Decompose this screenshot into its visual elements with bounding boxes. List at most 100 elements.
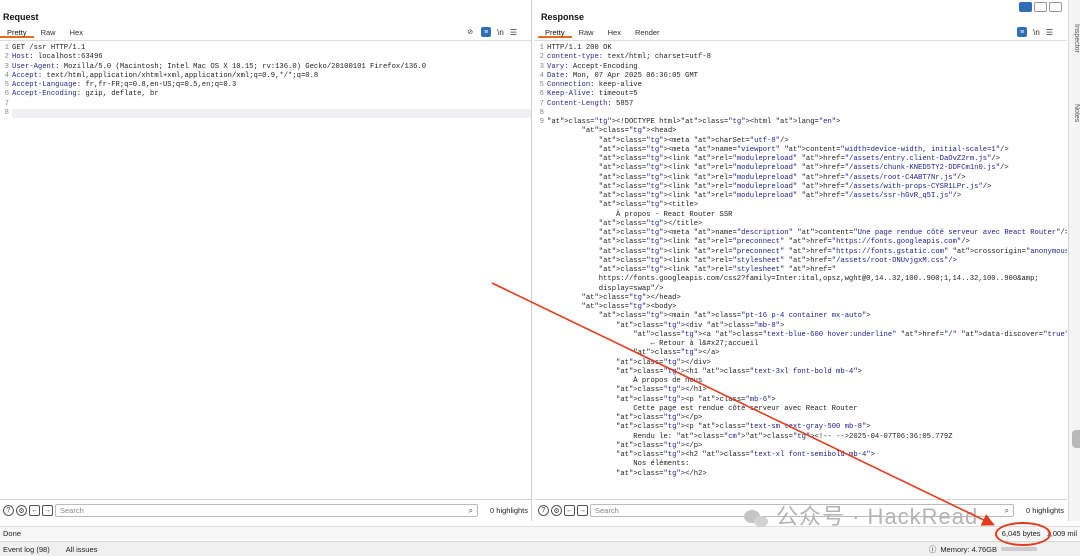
help-icon[interactable]: ?: [538, 505, 549, 516]
code-line: "at">class="tg"><div "at">class="mb-8">: [616, 321, 785, 330]
line-number: 3: [539, 62, 544, 71]
newline-toggle[interactable]: \n: [497, 28, 504, 37]
line-number: 2: [539, 53, 544, 62]
request-tab-raw[interactable]: Raw: [34, 27, 63, 38]
newline-toggle[interactable]: \n: [1033, 28, 1040, 37]
code-line: "at">class="tg"><link "at">rel="modulepr…: [598, 182, 992, 191]
code-line: Content-Length: 5857: [547, 100, 1067, 109]
layout-toggle-group: [1019, 2, 1062, 12]
wrap-lines-icon[interactable]: ≡: [481, 27, 492, 37]
header-value: : keep-alive: [590, 81, 642, 89]
request-pane: Request Pretty Raw Hex ⊘ ≡ \n ☰ 12345678 G…: [0, 0, 532, 521]
header-name: Connection: [547, 81, 591, 89]
all-issues-link[interactable]: All issues: [66, 545, 98, 554]
scroll-handle[interactable]: [1072, 430, 1080, 448]
request-tabs: Pretty Raw Hex: [0, 27, 90, 38]
header-name: Content-Length: [547, 99, 608, 108]
layout-split-horizontal-icon[interactable]: [1019, 2, 1032, 12]
header-value: : 5857: [607, 99, 634, 108]
code-line: "at">class="tg"></p>: [616, 414, 703, 422]
notes-tab[interactable]: Notes: [1073, 104, 1080, 122]
layout-split-vertical-icon[interactable]: [1034, 2, 1047, 12]
response-tab-raw[interactable]: Raw: [572, 27, 601, 38]
search-icon: ⌕: [468, 506, 474, 515]
code-line: À propos - React Router SSR: [547, 210, 733, 219]
code-line: "at">class="tg"></p>: [616, 441, 703, 450]
code-line: Rendu le: "at">class="cm">"at">class="tg…: [547, 432, 953, 441]
line-number: 9: [539, 118, 544, 126]
code-line: "at">class="tg"><link "at">rel="preconne…: [598, 247, 1067, 256]
header-name: Accept-Encoding: [12, 90, 77, 99]
header-value: : fr,fr-FR;q=0.8,en-US;q=0.5,en;q=0.3: [76, 81, 237, 89]
response-pane: Response Pretty Raw Hex Render ≡ \n ☰ 12345…: [535, 0, 1067, 521]
code-line: "at">class="tg"><main "at">class="pt-16 …: [598, 312, 871, 321]
response-tabs: Pretty Raw Hex Render: [538, 27, 667, 38]
help-icon[interactable]: ?: [3, 505, 14, 516]
response-tab-render[interactable]: Render: [628, 27, 667, 38]
layout-tabs-icon[interactable]: [1049, 2, 1062, 12]
response-toolbar: ≡ \n ☰: [1017, 27, 1053, 37]
code-line: Keep-Alive: timeout=5: [547, 90, 1067, 99]
line-number: 4: [4, 71, 9, 80]
header-name: Keep-Alive: [547, 90, 591, 99]
response-tab-pretty[interactable]: Pretty: [538, 27, 572, 38]
menu-icon[interactable]: ☰: [1046, 28, 1053, 37]
line-number: 2: [4, 53, 9, 62]
response-line-numbers: 123456789: [535, 44, 544, 127]
response-editor[interactable]: 123456789 HTTP/1.1 200 OK content-type: t…: [535, 40, 1067, 499]
code-line: "at">class="tg"></h2>: [616, 469, 707, 478]
code-line: "at">class="tg"><h2 "at">class="text-xl …: [616, 451, 875, 459]
settings-gear-icon[interactable]: ⚙: [16, 505, 27, 516]
code-line: "at">class="tg"><p "at">class="mb-6">: [616, 395, 776, 404]
line-number: 3: [4, 62, 9, 71]
line-number: 5: [4, 81, 9, 89]
response-highlights-count: 0 highlights: [1026, 506, 1064, 515]
request-search-input[interactable]: Search ⌕: [55, 504, 479, 517]
event-log-link[interactable]: Event log (98): [3, 545, 50, 554]
header-value: : Accept-Encoding: [564, 62, 638, 71]
line-number: 5: [539, 81, 544, 89]
request-title: Request: [3, 12, 39, 22]
menu-icon[interactable]: ☰: [510, 28, 517, 37]
code-line: Vary: Accept-Encoding: [547, 63, 1067, 72]
header-name: Host: [12, 53, 30, 62]
header-value: : Mozilla/5.0 (Macintosh; Intel Mac OS X…: [55, 62, 427, 71]
back-arrow-icon[interactable]: ←: [29, 505, 40, 516]
line-number: 1: [4, 44, 9, 52]
request-tab-hex[interactable]: Hex: [63, 27, 90, 38]
hide-eye-icon[interactable]: ⊘: [465, 27, 475, 37]
code-line: "at">class="tg"><head>: [581, 127, 677, 136]
code-line: À propos de nous: [547, 377, 703, 385]
inspector-tab[interactable]: Inspector: [1073, 24, 1080, 53]
request-editor[interactable]: 12345678 GET /ssr HTTP/1.1 Host: localhos…: [0, 40, 531, 499]
forward-arrow-icon[interactable]: →: [577, 505, 588, 516]
header-name: User-Agent: [12, 62, 56, 71]
line-number: 1: [539, 44, 544, 52]
header-value: : text/html; charset=utf-8: [598, 53, 711, 62]
code-line: Host: localhost:63496: [12, 53, 531, 62]
line-number: 6: [4, 90, 9, 99]
back-arrow-icon[interactable]: ←: [564, 505, 575, 516]
code-line: "at">class="tg"><link "at">rel="modulepr…: [598, 155, 1001, 163]
forward-arrow-icon[interactable]: →: [42, 505, 53, 516]
memory-bar: [1001, 547, 1037, 551]
header-name: Vary: [547, 62, 565, 71]
request-tab-pretty[interactable]: Pretty: [0, 27, 34, 38]
code-line: display=swap"/>: [547, 284, 664, 293]
code-line: HTTP/1.1 200 OK: [547, 44, 1067, 53]
response-lines: HTTP/1.1 200 OK content-type: text/html; …: [547, 44, 1067, 479]
response-tab-hex[interactable]: Hex: [601, 27, 628, 38]
code-line: ← Retour à l&#x27;accueil: [547, 340, 759, 348]
code-line: "at">class="tg"><a "at">class="text-blue…: [633, 330, 1067, 339]
code-line: "at">class="tg"><link "at">rel="modulepr…: [598, 164, 1009, 173]
code-line: "at">class="tg"></div>: [616, 358, 711, 367]
request-highlights-count: 0 highlights: [490, 506, 528, 515]
code-line: "at">class="tg"><p "at">class="text-sm t…: [616, 423, 871, 432]
wrap-lines-icon[interactable]: ≡: [1017, 27, 1028, 37]
settings-gear-icon[interactable]: ⚙: [551, 505, 562, 516]
request-lines: GET /ssr HTTP/1.1 Host: localhost:63496 Us…: [12, 44, 531, 118]
header-value: : Mon, 07 Apr 2025 06:36:05 GMT: [564, 71, 698, 80]
info-icon: ⓘ: [928, 544, 937, 554]
code-line: "at">class="tg"><link "at">rel="modulepr…: [598, 192, 962, 200]
